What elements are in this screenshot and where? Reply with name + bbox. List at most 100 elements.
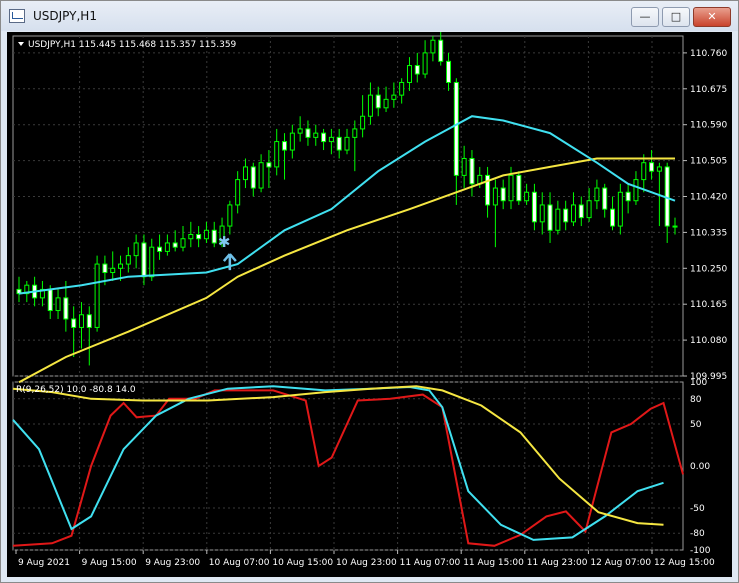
osc-tick-label: 0.00 (690, 462, 710, 472)
minimize-icon: — (639, 10, 651, 23)
candle-body (102, 263, 108, 274)
candle-body (157, 246, 163, 252)
chart-area[interactable]: 9 Aug 2021 9 Aug 15:00 9 Aug 23:00 10 Aug 0… (7, 32, 732, 577)
osc-header: R(9,26,52) 10.0 -80.8 14.0 (16, 385, 136, 395)
price-tick-label: 110.335 (690, 228, 727, 238)
candle-body (71, 318, 77, 328)
candle-body (336, 136, 342, 151)
candle-body (610, 208, 616, 227)
candle-body (242, 166, 248, 181)
candle-body (110, 267, 116, 274)
time-tick-label: 11 Aug 07:00 (400, 558, 461, 568)
candle-body (78, 314, 84, 328)
candle-body (641, 162, 647, 181)
candle-body (235, 179, 241, 206)
candle-body (375, 94, 381, 109)
candle-body (352, 128, 358, 138)
title-bar[interactable]: USDJPY,H1 — □ ✕ (1, 1, 738, 31)
window-title: USDJPY,H1 (33, 9, 97, 23)
candle-body (86, 314, 92, 328)
candle-body (344, 136, 350, 151)
osc-tick-label: -80 (690, 529, 705, 539)
candle-body (164, 242, 170, 252)
osc-tick-label: 50 (690, 420, 702, 430)
candle-body (446, 60, 452, 83)
candle-body (508, 174, 514, 202)
candle-body (399, 81, 405, 96)
time-tick-label: 10 Aug 15:00 (272, 558, 333, 568)
candle-body (539, 204, 545, 223)
price-tick-label: 110.080 (690, 336, 727, 346)
candle-body (250, 166, 256, 189)
candle-body (211, 229, 217, 244)
price-chart-svg[interactable]: 9 Aug 2021 9 Aug 15:00 9 Aug 23:00 10 Aug 0… (7, 32, 732, 577)
candle-body (547, 204, 553, 231)
osc-tick-label: 100 (690, 378, 707, 388)
price-tick-label: 110.590 (690, 121, 727, 131)
candle-body (297, 128, 303, 134)
close-icon: ✕ (707, 10, 717, 23)
candle-body (461, 157, 467, 176)
candle-body (586, 200, 592, 219)
price-tick-label: 110.165 (690, 300, 727, 310)
candle-body (172, 242, 178, 248)
candle-body (47, 288, 53, 312)
time-tick-label: 9 Aug 15:00 (82, 558, 137, 568)
time-tick-label: 9 Aug 23:00 (145, 558, 200, 568)
candle-body (406, 65, 412, 83)
chart-window: USDJPY,H1 — □ ✕ 9 Aug 2021 9 Aug 15:00 9 A… (0, 0, 739, 583)
close-button[interactable]: ✕ (693, 7, 731, 27)
time-tick-label: 12 Aug 07:00 (590, 558, 651, 568)
osc-tick-label: -100 (690, 546, 711, 556)
candle-body (360, 115, 366, 130)
candle-body (492, 187, 498, 206)
candle-body (305, 128, 311, 138)
ma-slow-line (18, 157, 675, 384)
candle-body (55, 297, 61, 312)
candle-body (649, 162, 655, 172)
candle-body (125, 255, 131, 265)
candle-body (141, 242, 147, 278)
osc-tick-label: 80 (690, 395, 702, 405)
chart-window-icon (9, 9, 25, 23)
candle-body (469, 157, 475, 185)
candle-body (531, 191, 537, 223)
candle-body (500, 187, 506, 202)
time-tick-label: 10 Aug 23:00 (336, 558, 397, 568)
candle-body (133, 242, 139, 257)
minimize-button[interactable]: — (631, 7, 659, 27)
candle-body (672, 225, 678, 228)
time-tick-label: 9 Aug 2021 (18, 558, 70, 568)
candle-body (602, 187, 608, 210)
candle-body (180, 238, 186, 248)
osc-tick-label: -50 (690, 504, 705, 514)
osc-series-line (12, 385, 664, 526)
candle-body (391, 94, 397, 100)
candle-body (617, 191, 623, 227)
candle-body (438, 39, 444, 62)
candle-body (118, 263, 124, 269)
candle-body (555, 208, 561, 231)
candle-body (149, 246, 155, 278)
price-tick-label: 110.505 (690, 157, 727, 167)
candle-body (625, 191, 631, 202)
candle-body (266, 162, 272, 168)
price-tick-label: 110.250 (690, 264, 727, 274)
candle-body (94, 263, 100, 328)
candle-body (63, 297, 69, 320)
candle-body (188, 234, 194, 240)
candle-body (289, 132, 295, 151)
candle-body (633, 179, 639, 202)
candle-body (367, 94, 373, 117)
candle-body (414, 65, 420, 75)
candle-body (570, 204, 576, 223)
maximize-icon: □ (670, 10, 682, 23)
candle-body (422, 52, 428, 75)
maximize-button[interactable]: □ (662, 7, 690, 27)
candle-body (594, 187, 600, 202)
candle-body (313, 132, 319, 138)
candle-body (578, 204, 584, 219)
candle-body (203, 229, 209, 240)
candle-body (227, 204, 233, 227)
price-tick-label: 110.675 (690, 85, 727, 95)
